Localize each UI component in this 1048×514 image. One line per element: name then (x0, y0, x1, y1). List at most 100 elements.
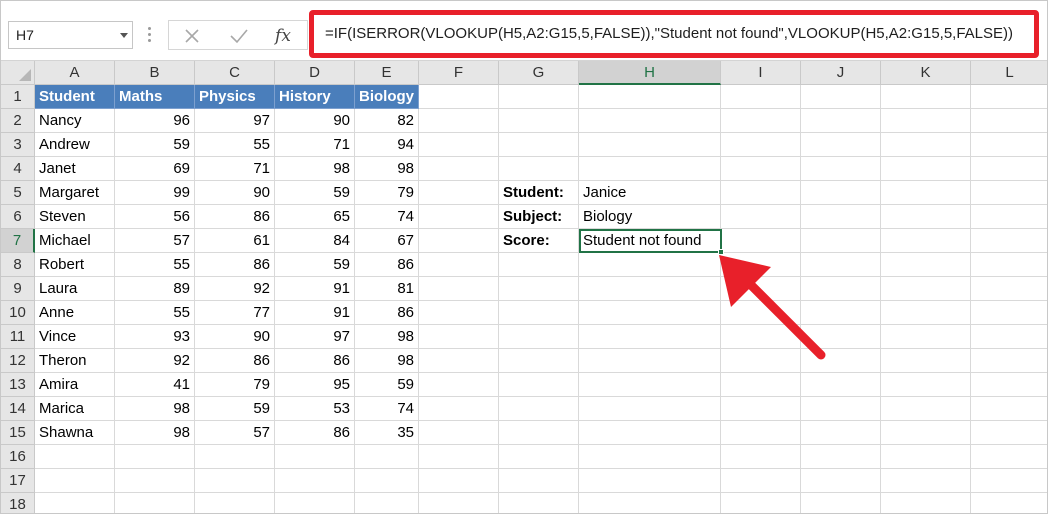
score-cell[interactable]: 86 (355, 301, 419, 325)
cell-h10[interactable] (579, 301, 721, 325)
score-cell[interactable]: 86 (275, 421, 355, 445)
column-header-b[interactable]: B (115, 61, 195, 85)
score-cell[interactable]: 86 (355, 253, 419, 277)
score-cell[interactable]: 89 (115, 277, 195, 301)
cell-j2[interactable] (801, 109, 881, 133)
table-header-cell[interactable]: Student (35, 85, 115, 109)
student-name-cell[interactable]: Vince (35, 325, 115, 349)
score-cell[interactable]: 59 (275, 181, 355, 205)
row-header-1[interactable]: 1 (1, 85, 35, 109)
cell-i15[interactable] (721, 421, 801, 445)
cell-d16[interactable] (275, 445, 355, 469)
cell-i3[interactable] (721, 133, 801, 157)
score-cell[interactable]: 94 (355, 133, 419, 157)
row-header-14[interactable]: 14 (1, 397, 35, 421)
score-cell[interactable]: 59 (275, 253, 355, 277)
cell-g15[interactable] (499, 421, 579, 445)
cell-l3[interactable] (971, 133, 1047, 157)
cell-f15[interactable] (419, 421, 499, 445)
cell-f8[interactable] (419, 253, 499, 277)
score-cell[interactable]: 90 (195, 325, 275, 349)
cell-h14[interactable] (579, 397, 721, 421)
cell-l12[interactable] (971, 349, 1047, 373)
score-cell[interactable]: 67 (355, 229, 419, 253)
cell-l6[interactable] (971, 205, 1047, 229)
cell-k3[interactable] (881, 133, 971, 157)
student-name-cell[interactable]: Michael (35, 229, 115, 253)
cell-g14[interactable] (499, 397, 579, 421)
cell-g8[interactable] (499, 253, 579, 277)
cell-c16[interactable] (195, 445, 275, 469)
drag-handle-icon[interactable] (148, 27, 151, 43)
score-cell[interactable]: 84 (275, 229, 355, 253)
cell-h17[interactable] (579, 469, 721, 493)
cell-k5[interactable] (881, 181, 971, 205)
cell-g10[interactable] (499, 301, 579, 325)
cell-e18[interactable] (355, 493, 419, 513)
select-all-button[interactable] (1, 61, 35, 85)
column-header-a[interactable]: A (35, 61, 115, 85)
score-cell[interactable]: 86 (195, 253, 275, 277)
score-cell[interactable]: 59 (195, 397, 275, 421)
cell-j16[interactable] (801, 445, 881, 469)
table-header-cell[interactable]: Biology (355, 85, 419, 109)
column-header-k[interactable]: K (881, 61, 971, 85)
cell-j14[interactable] (801, 397, 881, 421)
student-name-cell[interactable]: Janet (35, 157, 115, 181)
row-header-13[interactable]: 13 (1, 373, 35, 397)
student-name-cell[interactable]: Amira (35, 373, 115, 397)
cell-d18[interactable] (275, 493, 355, 513)
score-cell[interactable]: 92 (195, 277, 275, 301)
row-header-7[interactable]: 7 (1, 229, 35, 253)
column-header-d[interactable]: D (275, 61, 355, 85)
cell-f18[interactable] (419, 493, 499, 513)
score-cell[interactable]: 56 (115, 205, 195, 229)
cell-l13[interactable] (971, 373, 1047, 397)
cell-k14[interactable] (881, 397, 971, 421)
cell-f16[interactable] (419, 445, 499, 469)
column-header-c[interactable]: C (195, 61, 275, 85)
student-name-cell[interactable]: Anne (35, 301, 115, 325)
score-cell[interactable]: 98 (115, 397, 195, 421)
cell-d17[interactable] (275, 469, 355, 493)
cell-l2[interactable] (971, 109, 1047, 133)
formula-input[interactable]: =IF(ISERROR(VLOOKUP(H5,A2:G15,5,FALSE)),… (309, 10, 1039, 58)
cell-i16[interactable] (721, 445, 801, 469)
row-header-10[interactable]: 10 (1, 301, 35, 325)
cell-g11[interactable] (499, 325, 579, 349)
score-cell[interactable]: 90 (195, 181, 275, 205)
student-label[interactable]: Student: (499, 181, 579, 205)
score-cell[interactable]: 57 (195, 421, 275, 445)
cell-i14[interactable] (721, 397, 801, 421)
cell-j18[interactable] (801, 493, 881, 513)
cell-l15[interactable] (971, 421, 1047, 445)
cell-l11[interactable] (971, 325, 1047, 349)
cell-h18[interactable] (579, 493, 721, 513)
student-name-cell[interactable]: Laura (35, 277, 115, 301)
score-cell[interactable]: 99 (115, 181, 195, 205)
cell-l18[interactable] (971, 493, 1047, 513)
score-cell[interactable]: 95 (275, 373, 355, 397)
cell-k8[interactable] (881, 253, 971, 277)
cell-f5[interactable] (419, 181, 499, 205)
score-cell[interactable]: 55 (115, 253, 195, 277)
cell-j6[interactable] (801, 205, 881, 229)
cell-c17[interactable] (195, 469, 275, 493)
column-header-i[interactable]: I (721, 61, 801, 85)
cell-l5[interactable] (971, 181, 1047, 205)
row-header-6[interactable]: 6 (1, 205, 35, 229)
row-header-11[interactable]: 11 (1, 325, 35, 349)
cell-i4[interactable] (721, 157, 801, 181)
cell-f17[interactable] (419, 469, 499, 493)
cell-e17[interactable] (355, 469, 419, 493)
cell-g18[interactable] (499, 493, 579, 513)
score-cell[interactable]: 97 (195, 109, 275, 133)
student-name-cell[interactable]: Nancy (35, 109, 115, 133)
student-name-cell[interactable]: Margaret (35, 181, 115, 205)
cell-k6[interactable] (881, 205, 971, 229)
cell-h2[interactable] (579, 109, 721, 133)
cell-i1[interactable] (721, 85, 801, 109)
column-header-g[interactable]: G (499, 61, 579, 85)
cell-g12[interactable] (499, 349, 579, 373)
score-cell[interactable]: 96 (115, 109, 195, 133)
